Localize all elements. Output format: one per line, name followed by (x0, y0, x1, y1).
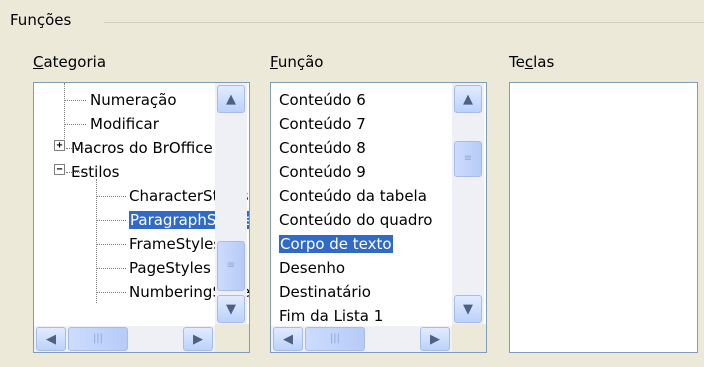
scroll-left-button[interactable]: ◀ (36, 327, 66, 351)
scroll-down-button[interactable]: ▼ (454, 295, 482, 323)
list-item[interactable]: Fim da Lista 1 (279, 304, 383, 328)
category-tree[interactable]: + − Numeração Modificar Macros do BrOffi… (33, 82, 250, 353)
list-item[interactable]: Conteúdo 8 (279, 136, 366, 160)
function-vertical-scrollbar[interactable]: ▲ ≡ ▼ (452, 83, 484, 324)
selected-label: Corpo de texto (279, 235, 393, 253)
group-separator-line (104, 22, 704, 23)
keys-label-mnemonic: c (524, 53, 534, 71)
list-item[interactable]: Conteúdo 6 (279, 88, 366, 112)
tree-item[interactable]: FrameStyles (129, 232, 221, 256)
function-label: Função (270, 52, 323, 72)
hgrip-icon: ||| (92, 333, 104, 344)
arrow-left-icon: ◀ (46, 331, 56, 347)
list-item[interactable]: Conteúdo 9 (279, 160, 366, 184)
tree-item[interactable]: Macros do BrOffice (71, 136, 213, 160)
tree-line (96, 292, 126, 293)
arrow-down-icon: ▼ (226, 301, 236, 317)
scroll-thumb-horizontal[interactable]: ||| (305, 327, 365, 351)
list-item[interactable]: Conteúdo 7 (279, 112, 366, 136)
arrow-down-icon: ▼ (463, 301, 473, 317)
scroll-up-button[interactable]: ▲ (454, 85, 482, 113)
tree-item[interactable]: Numeração (90, 88, 177, 112)
tree-line (64, 83, 65, 143)
function-horizontal-scrollbar[interactable]: ◀ ||| ▶ (271, 326, 452, 352)
tree-item[interactable]: Modificar (90, 112, 159, 136)
category-label-rest: ategoria (43, 53, 107, 71)
arrow-up-icon: ▲ (226, 91, 236, 107)
arrow-right-icon: ▶ (193, 331, 203, 347)
scrollbar-corner (452, 324, 486, 352)
arrow-left-icon: ◀ (283, 331, 293, 347)
tree-line (96, 196, 126, 197)
function-list[interactable]: Conteúdo 6 Conteúdo 7 Conteúdo 8 Conteúd… (270, 82, 487, 353)
keys-label: Teclas (509, 52, 554, 72)
list-item[interactable]: Desenho (279, 256, 345, 280)
collapse-minus-icon[interactable]: − (54, 164, 65, 175)
scroll-thumb[interactable]: ≡ (217, 241, 245, 291)
tree-line (96, 220, 126, 221)
scroll-right-button[interactable]: ▶ (420, 327, 450, 351)
tree-item[interactable]: PageStyles (129, 256, 211, 280)
category-horizontal-scrollbar[interactable]: ◀ ||| ▶ (34, 326, 215, 352)
tree-line (96, 268, 126, 269)
keys-list[interactable] (509, 82, 698, 353)
scrollbar-corner (215, 324, 249, 352)
scroll-right-button[interactable]: ▶ (183, 327, 213, 351)
list-item-selected[interactable]: Corpo de texto (279, 232, 393, 256)
group-title: Funções (10, 10, 78, 30)
keys-label-pre: Te (509, 53, 525, 71)
list-item[interactable]: Conteúdo do quadro (279, 208, 432, 232)
function-label-mnemonic: F (270, 53, 278, 71)
grip-icon: ≡ (226, 260, 236, 271)
tree-line (96, 179, 97, 303)
scroll-up-button[interactable]: ▲ (217, 85, 245, 113)
function-label-rest: unção (277, 53, 324, 71)
expand-plus-icon[interactable]: + (54, 140, 65, 151)
scroll-thumb-horizontal[interactable]: ||| (68, 327, 128, 351)
category-vertical-scrollbar[interactable]: ▲ ≡ ▼ (215, 83, 247, 324)
grip-icon: ≡ (463, 153, 473, 164)
category-label: Categoria (33, 52, 106, 72)
scroll-left-button[interactable]: ◀ (273, 327, 303, 351)
arrow-up-icon: ▲ (463, 91, 473, 107)
arrow-right-icon: ▶ (430, 331, 440, 347)
scroll-down-button[interactable]: ▼ (217, 295, 245, 323)
tree-item[interactable]: Estilos (71, 160, 120, 184)
tree-line (96, 244, 126, 245)
list-item[interactable]: Destinatário (279, 280, 371, 304)
scroll-thumb[interactable]: ≡ (454, 141, 482, 177)
list-item[interactable]: Conteúdo da tabela (279, 184, 427, 208)
tree-line (64, 124, 86, 125)
hgrip-icon: ||| (329, 333, 341, 344)
category-label-mnemonic: C (33, 53, 44, 71)
keys-label-rest: las (533, 53, 555, 71)
tree-line (64, 100, 86, 101)
